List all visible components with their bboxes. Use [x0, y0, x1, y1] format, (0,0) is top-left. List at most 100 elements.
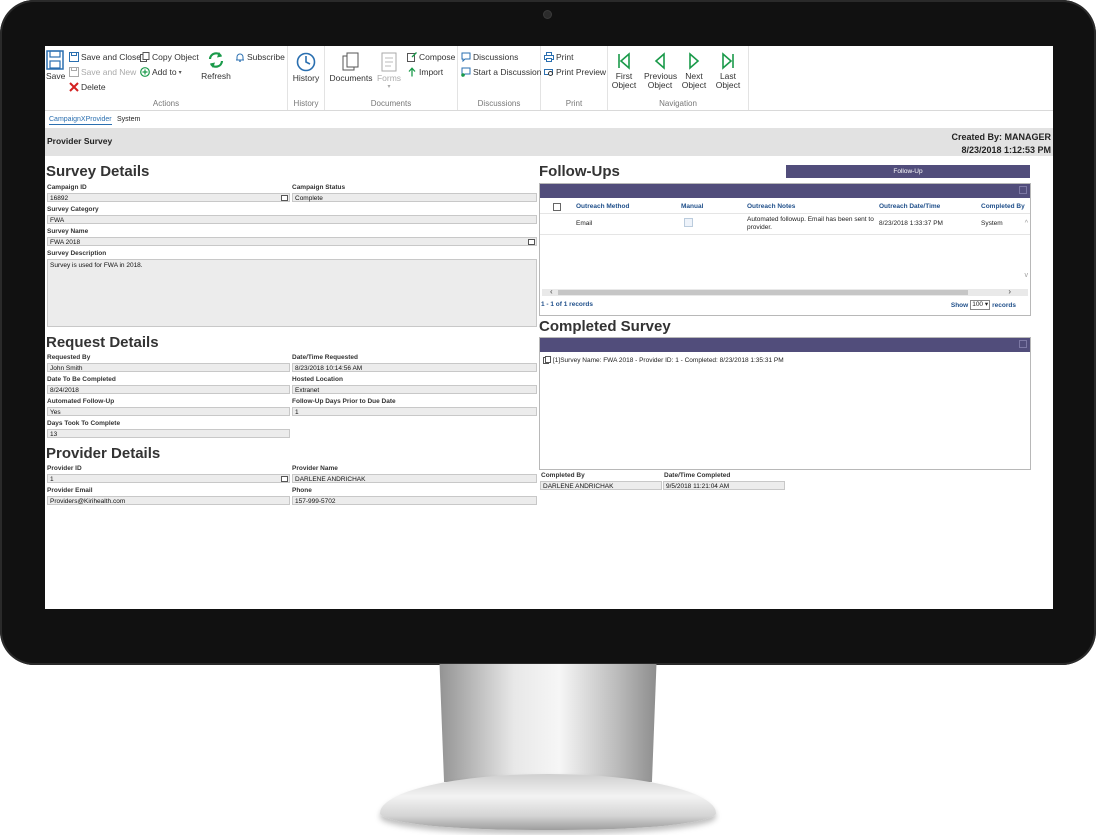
automated-followup-field[interactable]: Yes	[47, 407, 290, 416]
requested-by-field[interactable]: John Smith	[47, 363, 290, 372]
campaign-status-field[interactable]: Complete	[292, 193, 537, 202]
automated-followup-value: Yes	[50, 409, 61, 416]
compose-icon	[407, 52, 417, 62]
print-button[interactable]: Print	[544, 52, 573, 62]
discussions-group-label: Discussions	[477, 99, 521, 108]
survey-category-field[interactable]: FWA	[47, 215, 537, 224]
survey-description-field[interactable]: Survey is used for FWA in 2018.	[47, 259, 537, 327]
provider-id-field[interactable]: 1	[47, 474, 290, 483]
history-button[interactable]: History	[292, 52, 320, 83]
scroll-right-icon[interactable]: ›	[1008, 287, 1011, 296]
print-label: Print	[556, 52, 574, 62]
survey-description-label: Survey Description	[47, 250, 107, 257]
subscribe-button[interactable]: Subscribe	[235, 52, 285, 62]
provider-name-field[interactable]: DARLENE ANDRICHAK	[292, 474, 537, 483]
add-to-button[interactable]: Add to ▾	[140, 67, 182, 77]
completed-by-label: Completed By	[541, 472, 585, 479]
phone-field[interactable]: 157-999-5702	[292, 496, 537, 505]
first-object-button[interactable]: First Object	[610, 52, 638, 90]
completed-survey-item: [1]Survey Name: FWA 2018 - Provider ID: …	[553, 356, 784, 364]
start-discussion-button[interactable]: Start a Discussion	[461, 67, 542, 77]
campaign-id-field[interactable]: 16892	[47, 193, 290, 202]
previous-object-button[interactable]: Previous Object	[644, 52, 677, 90]
history-label: History	[292, 73, 320, 83]
lookup-icon[interactable]	[281, 195, 288, 201]
save-and-new-button[interactable]: Save and New	[69, 67, 136, 77]
compose-label: Compose	[419, 52, 456, 62]
col-outreach-notes[interactable]: Outreach Notes	[747, 203, 795, 210]
horizontal-scrollbar[interactable]: ‹ ›	[542, 287, 1028, 296]
grid-header-bar	[540, 184, 1030, 198]
actions-group-label: Actions	[152, 99, 180, 108]
save-and-close-button[interactable]: Save and Close	[69, 52, 141, 62]
ribbon-group-history: History History	[288, 46, 325, 110]
refresh-button[interactable]: Refresh	[201, 50, 231, 81]
datetime-completed-field[interactable]: 9/5/2018 11:21:04 AM	[663, 481, 785, 490]
print-preview-button[interactable]: Print Preview	[544, 67, 606, 77]
save-and-close-label: Save and Close	[81, 52, 142, 62]
new-discussion-icon	[461, 67, 471, 77]
date-requested-field[interactable]: 8/23/2018 10:14:56 AM	[292, 363, 537, 372]
show-label: Show	[950, 301, 969, 309]
lookup-icon[interactable]	[528, 239, 535, 245]
documents-icon	[342, 52, 359, 71]
grid-options-icon[interactable]	[1019, 186, 1027, 194]
campaign-status-label: Campaign Status	[292, 184, 346, 191]
last-object-button[interactable]: Last Object	[714, 52, 742, 90]
print-group-label: Print	[565, 99, 583, 108]
add-circle-icon	[140, 67, 150, 77]
survey-name-value: FWA 2018	[50, 239, 81, 246]
camera-icon	[544, 11, 551, 18]
table-row[interactable]: Email Automated followup. Email has been…	[540, 214, 1030, 234]
save-close-icon	[69, 52, 79, 62]
hosted-location-field[interactable]: Extranet	[292, 385, 537, 394]
date-to-complete-value: 8/24/2018	[50, 387, 79, 394]
completed-by-value: DARLENE ANDRICHAK	[543, 483, 614, 490]
last-icon	[722, 52, 734, 70]
forms-button[interactable]: Forms ▾	[375, 52, 403, 92]
scroll-down-icon[interactable]: v	[1025, 272, 1029, 279]
delete-label: Delete	[81, 82, 106, 92]
panel-options-icon[interactable]	[1019, 340, 1027, 348]
col-outreach-datetime[interactable]: Outreach Date/Time	[879, 203, 940, 210]
page-title: Provider Survey	[47, 136, 113, 146]
tab-campaignxprovider[interactable]: CampaignXProvider	[49, 116, 112, 125]
start-discussion-label: Start a Discussion	[473, 67, 542, 77]
completed-by-field[interactable]: DARLENE ANDRICHAK	[540, 481, 662, 490]
documents-button[interactable]: Documents	[329, 52, 373, 83]
date-requested-value: 8/23/2018 10:14:56 AM	[295, 365, 363, 372]
followups-heading: Follow-Ups	[539, 163, 620, 180]
followup-days-prior-label: Follow-Up Days Prior to Due Date	[292, 398, 396, 405]
import-button[interactable]: Import	[407, 67, 443, 77]
col-outreach-method[interactable]: Outreach Method	[576, 203, 629, 210]
discussions-label: Discussions	[473, 52, 519, 62]
days-took-field[interactable]: 13	[47, 429, 290, 438]
lookup-icon[interactable]	[281, 476, 288, 482]
follow-up-button[interactable]: Follow-Up	[786, 165, 1030, 178]
followups-grid: Outreach Method Manual Outreach Notes Ou…	[539, 183, 1031, 316]
list-item[interactable]: [1]Survey Name: FWA 2018 - Provider ID: …	[543, 356, 784, 364]
delete-button[interactable]: Delete	[69, 82, 106, 92]
page-size-select[interactable]: 100 ▾	[970, 300, 991, 310]
datetime-completed-label: Date/Time Completed	[664, 472, 731, 479]
scroll-up-icon[interactable]: ^	[1025, 220, 1028, 227]
provider-email-field[interactable]: Providers@Kirihealth.com	[47, 496, 290, 505]
scrollbar-thumb[interactable]	[558, 290, 968, 295]
compose-button[interactable]: Compose	[407, 52, 455, 62]
save-button[interactable]: Save	[46, 50, 65, 81]
previous-label-b: Object	[647, 80, 673, 90]
survey-name-label: Survey Name	[47, 228, 89, 235]
select-all-checkbox[interactable]	[553, 203, 561, 211]
first-label-b: Object	[611, 80, 637, 90]
survey-name-field[interactable]: FWA 2018	[47, 237, 537, 246]
next-object-button[interactable]: Next Object	[680, 52, 708, 90]
tab-system[interactable]: System	[117, 116, 140, 123]
col-completed-by[interactable]: Completed By	[981, 203, 1025, 210]
request-details-heading: Request Details	[46, 334, 159, 351]
discussions-button[interactable]: Discussions	[461, 52, 518, 62]
copy-object-button[interactable]: Copy Object	[140, 52, 199, 62]
date-to-complete-field[interactable]: 8/24/2018	[47, 385, 290, 394]
col-manual[interactable]: Manual	[681, 203, 703, 210]
followup-days-prior-field[interactable]: 1	[292, 407, 537, 416]
scroll-left-icon[interactable]: ‹	[550, 287, 553, 296]
